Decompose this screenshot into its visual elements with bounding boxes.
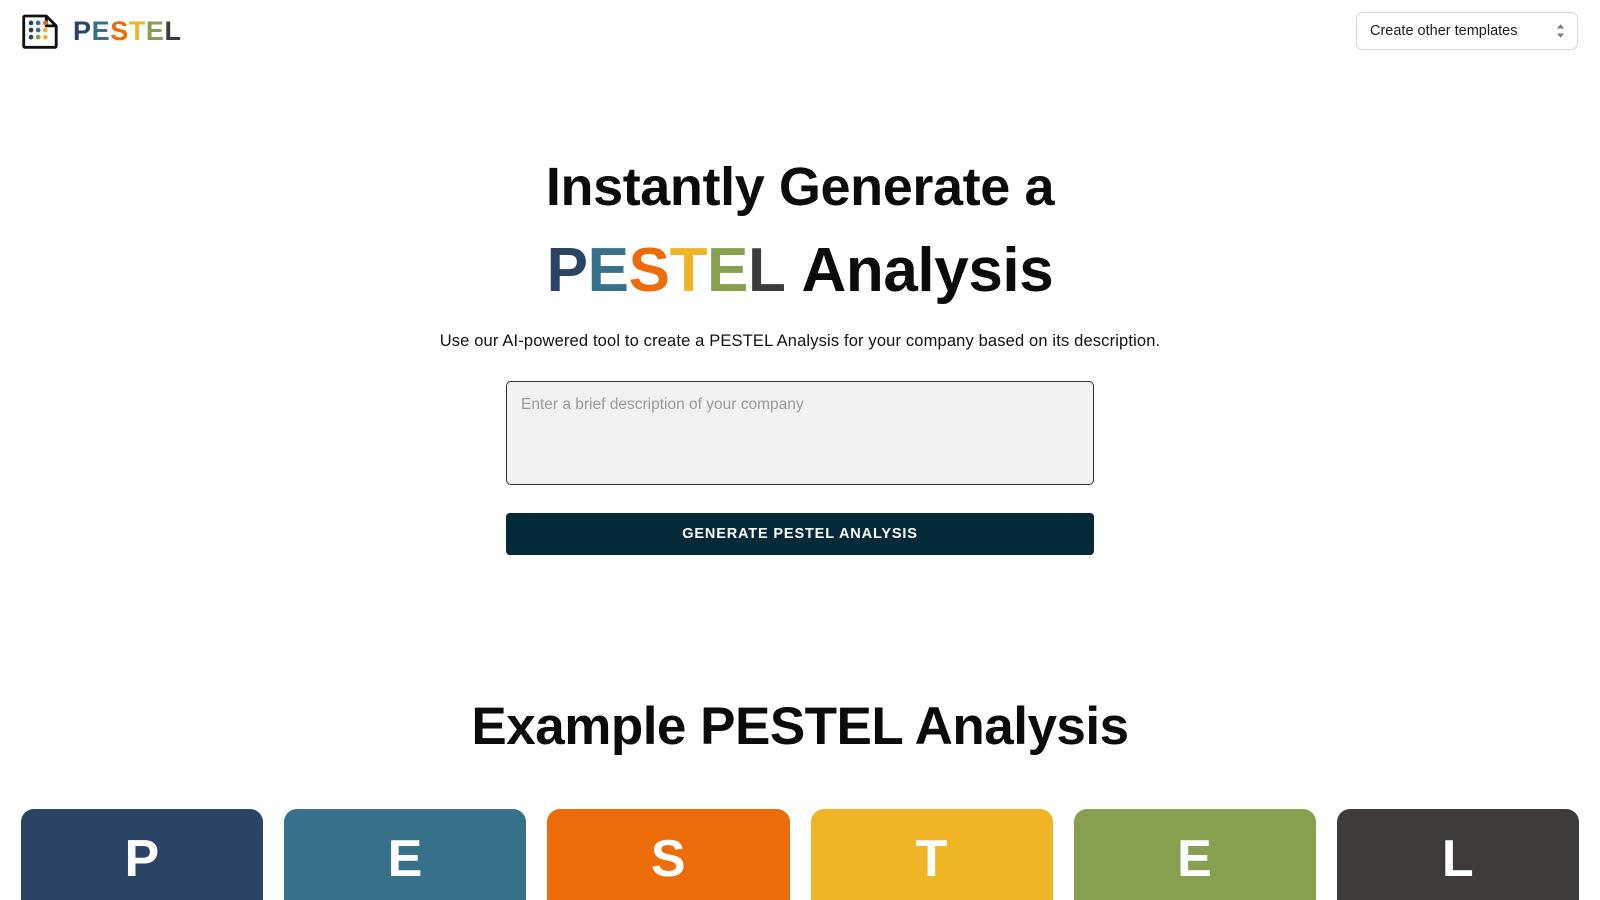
brand-letter-2: S: [110, 15, 129, 46]
create-other-templates-select[interactable]: Create other templates: [1356, 12, 1578, 50]
pestel-document-grid-icon: [22, 14, 58, 49]
brand-letter-0: P: [73, 15, 92, 46]
logo-dot: [42, 27, 48, 33]
logo-dot: [35, 20, 41, 26]
hero-subtitle: Use our AI-powered tool to create a PEST…: [439, 332, 1161, 350]
pestel-card-environmental[interactable]: EEnvironmental: [1073, 809, 1316, 900]
hero-title-tail: Analysis: [801, 236, 1054, 305]
hero-letter-0: P: [546, 236, 588, 305]
company-description-input[interactable]: [506, 381, 1094, 485]
template-select-value: Create other templates: [1370, 23, 1518, 39]
pestel-card-economic[interactable]: EEconomic: [284, 809, 527, 900]
pestel-card-political[interactable]: PPolitical: [21, 809, 264, 900]
hero-pestel-wordmark: PESTEL: [547, 240, 786, 302]
logo-dot: [42, 34, 48, 40]
generate-pestel-analysis-button[interactable]: GENERATE PESTEL ANALYSIS: [506, 513, 1094, 555]
logo-dot: [35, 34, 41, 40]
brand-logo[interactable]: PESTEL: [22, 12, 182, 50]
brand-letter-5: L: [164, 15, 182, 46]
hero-letter-3: T: [669, 236, 708, 305]
pestel-card-letter: S: [650, 830, 687, 888]
brand-letter-3: T: [128, 15, 146, 46]
pestel-card-social[interactable]: SSocial: [547, 809, 790, 900]
pestel-card-legal[interactable]: LLegal: [1336, 809, 1580, 900]
brand-letter-1: E: [91, 15, 111, 46]
hero-letter-1: E: [587, 236, 629, 305]
page-title: Instantly Generate a: [545, 157, 1055, 217]
pestel-card-letter: P: [124, 830, 160, 888]
example-section-title: Example PESTEL Analysis: [471, 697, 1129, 756]
pestel-card-technological[interactable]: TTechnological: [810, 809, 1053, 900]
hero-letter-4: E: [707, 236, 749, 305]
pestel-card-letter: E: [387, 830, 423, 888]
logo-dot: [28, 20, 34, 26]
pestel-cards-grid: PPoliticalEEconomicSSocialTTechnological…: [0, 809, 1600, 900]
hero-section: Instantly Generate a PESTEL Analysis Use …: [0, 62, 1600, 555]
logo-dot: [42, 20, 48, 26]
logo-dot: [28, 27, 34, 33]
logo-dot: [35, 27, 41, 33]
pestel-card-letter: L: [1441, 830, 1475, 888]
hero-letter-5: L: [748, 236, 786, 305]
hero-letter-2: S: [628, 236, 670, 305]
logo-dot: [28, 34, 34, 40]
generator-form: GENERATE PESTEL ANALYSIS: [506, 381, 1094, 555]
pestel-card-letter: T: [915, 830, 948, 888]
brand-wordmark: PESTEL: [73, 15, 182, 46]
hero-title-line2: PESTEL Analysis: [0, 240, 1600, 302]
brand-letter-4: E: [145, 15, 165, 46]
chevron-up-down-icon: [1556, 24, 1565, 38]
pestel-card-letter: E: [1177, 830, 1213, 888]
app-header: PESTEL Create other templates: [0, 0, 1600, 62]
